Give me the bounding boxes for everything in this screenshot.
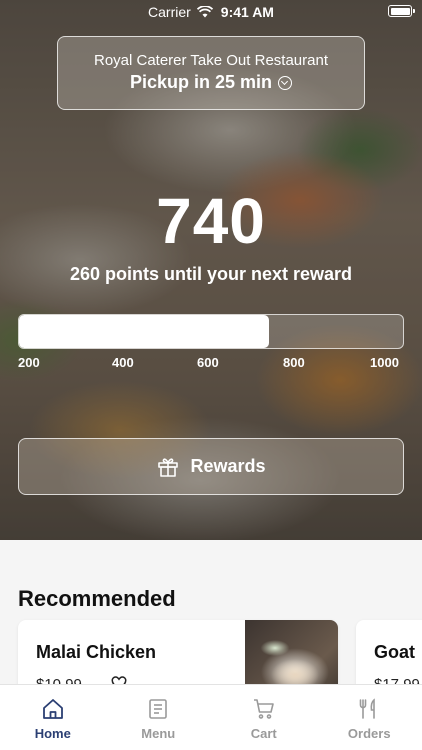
tab-menu[interactable]: Menu	[106, 685, 212, 750]
section-title: Recommended	[18, 586, 176, 611]
carrier-label: Carrier	[148, 4, 191, 20]
cart-icon	[253, 699, 274, 719]
points-value: 740	[156, 185, 266, 257]
rewards-button-label: Rewards	[190, 456, 266, 476]
restaurant-name: Royal Caterer Take Out Restaurant	[93, 52, 328, 69]
tab-cart[interactable]: Cart	[211, 685, 317, 750]
wifi-icon	[196, 6, 213, 18]
tab-home[interactable]: Home	[0, 685, 106, 750]
rewards-button[interactable]: Rewards	[18, 438, 404, 495]
tab-orders[interactable]: Orders	[317, 685, 422, 750]
clock: 9:41 AM	[220, 4, 274, 20]
status-bar: Carrier 9:41 AM	[0, 0, 422, 24]
rewards-progress-bar	[18, 314, 404, 349]
progress-tick: 400	[112, 355, 134, 370]
tab-label: Home	[34, 726, 71, 741]
progress-tick: 200	[18, 355, 40, 370]
menu-item-name: Goat	[374, 642, 416, 662]
battery-icon	[388, 5, 415, 17]
menu-item-name: Malai Chicken	[36, 642, 157, 662]
recommended-section: Recommended Malai Chicken $10.99 Goat $1…	[0, 540, 422, 720]
chevron-down-circle-icon	[278, 75, 293, 90]
progress-tick: 1000	[370, 355, 399, 370]
tab-label: Cart	[250, 726, 277, 741]
pickup-time: Pickup in 25 min	[129, 72, 293, 93]
home-icon	[42, 699, 63, 719]
carrier-indicator: Carrier	[148, 4, 213, 20]
rewards-progress-fill	[19, 315, 269, 348]
tab-label: Menu	[141, 726, 176, 741]
orders-icon	[359, 698, 376, 719]
tab-bar: Home Menu Cart Orders	[0, 684, 422, 750]
menu-icon	[149, 699, 168, 719]
pickup-selector[interactable]: Royal Caterer Take Out Restaurant Pickup…	[57, 36, 365, 110]
progress-tick: 800	[283, 355, 305, 370]
gift-icon	[158, 457, 179, 477]
pickup-time-label: Pickup in 25 min	[129, 72, 273, 92]
tab-label: Orders	[347, 726, 391, 741]
points-caption: 260 points until your next reward	[69, 264, 353, 284]
progress-tick: 600	[197, 355, 219, 370]
